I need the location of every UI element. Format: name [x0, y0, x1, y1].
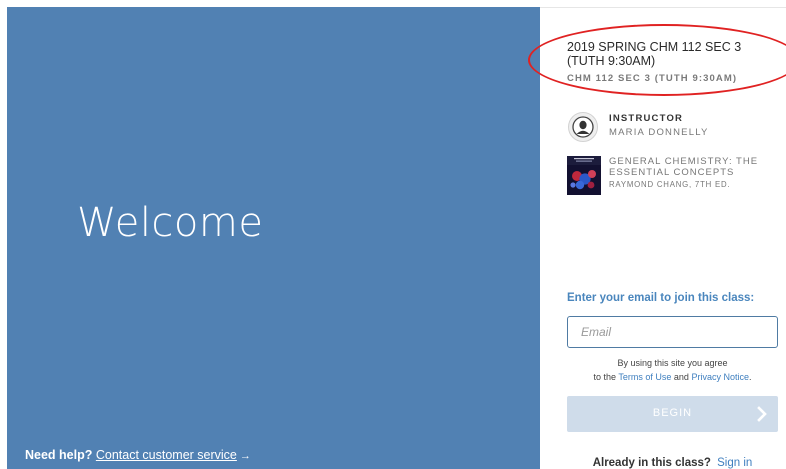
- help-prefix: Need help?: [25, 448, 93, 462]
- instructor-name: MARIA DONNELLY: [609, 127, 709, 138]
- terms-and: and: [673, 372, 689, 382]
- sign-in-link[interactable]: Sign in: [717, 457, 752, 469]
- begin-button[interactable]: BEGIN: [567, 396, 778, 432]
- textbook-author: RAYMOND CHANG, 7TH ED.: [609, 180, 731, 189]
- textbook-cover: [567, 156, 601, 195]
- user-silhouette-icon: [572, 116, 594, 138]
- textbook-title: GENERAL CHEMISTRY: THE ESSENTIAL CONCEPT…: [609, 156, 759, 178]
- already-in-class-text: Already in this class?: [592, 457, 711, 469]
- book-cover-art: [567, 156, 601, 195]
- terms-period: .: [748, 372, 752, 382]
- contact-customer-service-link[interactable]: Contact customer service: [96, 448, 237, 462]
- instructor-avatar: [568, 112, 598, 142]
- join-panel: 2019 SPRING CHM 112 SEC 3 (TUTH 9:30AM) …: [528, 0, 786, 469]
- chevron-right-icon: [757, 406, 767, 422]
- welcome-panel: Welcome Need help? Contact customer serv…: [7, 7, 540, 469]
- terms-of-use-link[interactable]: Terms of Use: [618, 372, 671, 382]
- begin-label: BEGIN: [652, 407, 693, 419]
- top-divider: [540, 7, 786, 8]
- arrow-right-icon: →: [239, 450, 251, 462]
- email-input[interactable]: [567, 316, 778, 348]
- welcome-heading: Welcome: [77, 200, 264, 246]
- privacy-notice-link[interactable]: Privacy Notice: [691, 372, 749, 382]
- join-label: Enter your email to join this class:: [567, 292, 755, 304]
- join-class-page: Welcome Need help? Contact customer serv…: [0, 0, 786, 469]
- terms-to-the: to the: [593, 372, 617, 382]
- already-in-class-line: Already in this class? Sign in: [567, 457, 778, 469]
- help-line: Need help? Contact customer service →: [25, 448, 251, 462]
- annotation-oval: [528, 24, 786, 96]
- instructor-label: INSTRUCTOR: [609, 113, 684, 124]
- terms-notice: By using this site you agree to the Term…: [567, 356, 778, 384]
- terms-line-1: By using this site you agree: [617, 358, 728, 368]
